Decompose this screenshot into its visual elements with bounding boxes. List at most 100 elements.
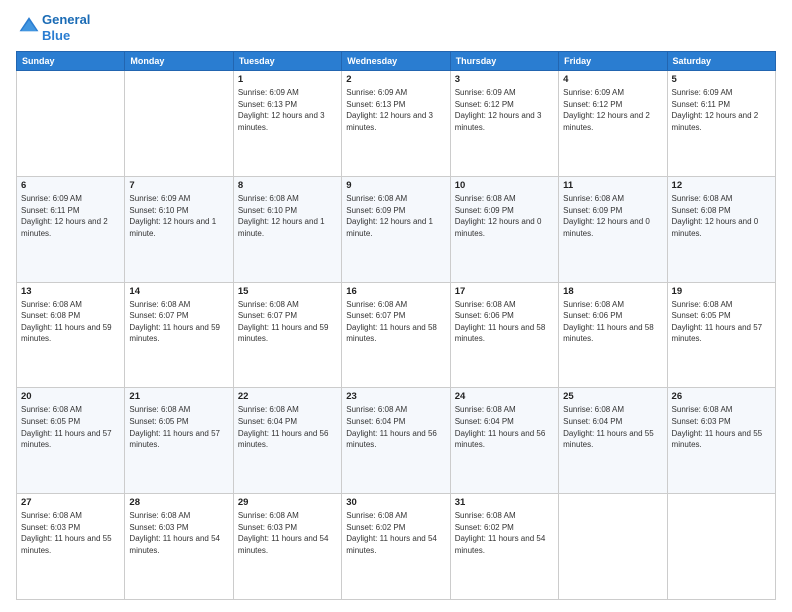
day-cell-9: 9 Sunrise: 6:08 AM Sunset: 6:09 PM Daylig… (342, 176, 450, 282)
day-info: Sunrise: 6:08 AM Sunset: 6:02 PM Dayligh… (455, 510, 554, 556)
day-number: 3 (455, 74, 554, 85)
day-info: Sunrise: 6:08 AM Sunset: 6:09 PM Dayligh… (455, 193, 554, 239)
day-cell-20: 20Sunrise: 6:08 AM Sunset: 6:05 PM Dayli… (17, 388, 125, 494)
day-number: 25 (563, 391, 662, 402)
day-cell-21: 21 Sunrise: 6:08 AM Sunset: 6:05 PM Dayli… (125, 388, 233, 494)
day-cell-1: 1Sunrise: 6:09 AM Sunset: 6:13 PM Daylig… (233, 71, 341, 177)
day-number: 10 (455, 180, 554, 191)
week-row-2: 6 Sunrise: 6:09 AM Sunset: 6:11 PM Daylig… (17, 176, 776, 282)
day-cell-11: 11 Sunrise: 6:08 AM Sunset: 6:09 PM Dayli… (559, 176, 667, 282)
day-info: Sunrise: 6:08 AM Sunset: 6:03 PM Dayligh… (672, 404, 771, 450)
day-cell-23: 23 Sunrise: 6:08 AM Sunset: 6:04 PM Dayli… (342, 388, 450, 494)
weekday-header-monday: Monday (125, 52, 233, 71)
header: General Blue (16, 12, 776, 43)
day-cell-31: 31Sunrise: 6:08 AM Sunset: 6:02 PM Dayli… (450, 494, 558, 600)
day-cell-19: 19 Sunrise: 6:08 AM Sunset: 6:05 PM Dayli… (667, 282, 775, 388)
week-row-4: 20Sunrise: 6:08 AM Sunset: 6:05 PM Dayli… (17, 388, 776, 494)
day-cell-12: 12 Sunrise: 6:08 AM Sunset: 6:08 PM Dayli… (667, 176, 775, 282)
day-info: Sunrise: 6:08 AM Sunset: 6:04 PM Dayligh… (455, 404, 554, 450)
day-number: 29 (238, 497, 337, 508)
day-info: Sunrise: 6:08 AM Sunset: 6:07 PM Dayligh… (346, 299, 445, 345)
weekday-header-thursday: Thursday (450, 52, 558, 71)
day-info: Sunrise: 6:09 AM Sunset: 6:12 PM Dayligh… (455, 87, 554, 133)
logo-text: General Blue (42, 12, 90, 43)
day-cell-30: 30 Sunrise: 6:08 AM Sunset: 6:02 PM Dayli… (342, 494, 450, 600)
day-info: Sunrise: 6:08 AM Sunset: 6:05 PM Dayligh… (672, 299, 771, 345)
day-info: Sunrise: 6:08 AM Sunset: 6:03 PM Dayligh… (238, 510, 337, 556)
day-info: Sunrise: 6:09 AM Sunset: 6:11 PM Dayligh… (21, 193, 120, 239)
day-info: Sunrise: 6:08 AM Sunset: 6:09 PM Dayligh… (563, 193, 662, 239)
day-cell-29: 29 Sunrise: 6:08 AM Sunset: 6:03 PM Dayli… (233, 494, 341, 600)
day-info: Sunrise: 6:08 AM Sunset: 6:04 PM Dayligh… (346, 404, 445, 450)
day-number: 11 (563, 180, 662, 191)
day-info: Sunrise: 6:08 AM Sunset: 6:09 PM Dayligh… (346, 193, 445, 239)
day-cell-7: 7 Sunrise: 6:09 AM Sunset: 6:10 PM Daylig… (125, 176, 233, 282)
day-info: Sunrise: 6:08 AM Sunset: 6:04 PM Dayligh… (238, 404, 337, 450)
day-number: 16 (346, 286, 445, 297)
day-number: 22 (238, 391, 337, 402)
day-number: 7 (129, 180, 228, 191)
day-info: Sunrise: 6:08 AM Sunset: 6:06 PM Dayligh… (563, 299, 662, 345)
day-number: 5 (672, 74, 771, 85)
week-row-1: 1Sunrise: 6:09 AM Sunset: 6:13 PM Daylig… (17, 71, 776, 177)
day-cell-26: 26 Sunrise: 6:08 AM Sunset: 6:03 PM Dayli… (667, 388, 775, 494)
day-info: Sunrise: 6:08 AM Sunset: 6:10 PM Dayligh… (238, 193, 337, 239)
weekday-header-wednesday: Wednesday (342, 52, 450, 71)
day-number: 26 (672, 391, 771, 402)
day-cell-5: 5 Sunrise: 6:09 AM Sunset: 6:11 PM Daylig… (667, 71, 775, 177)
empty-cell (17, 71, 125, 177)
week-row-5: 27 Sunrise: 6:08 AM Sunset: 6:03 PM Dayli… (17, 494, 776, 600)
day-cell-17: 17Sunrise: 6:08 AM Sunset: 6:06 PM Dayli… (450, 282, 558, 388)
day-number: 19 (672, 286, 771, 297)
day-cell-28: 28 Sunrise: 6:08 AM Sunset: 6:03 PM Dayli… (125, 494, 233, 600)
day-info: Sunrise: 6:08 AM Sunset: 6:02 PM Dayligh… (346, 510, 445, 556)
day-info: Sunrise: 6:08 AM Sunset: 6:07 PM Dayligh… (238, 299, 337, 345)
day-cell-8: 8 Sunrise: 6:08 AM Sunset: 6:10 PM Daylig… (233, 176, 341, 282)
weekday-header-row: SundayMondayTuesdayWednesdayThursdayFrid… (17, 52, 776, 71)
week-row-3: 13 Sunrise: 6:08 AM Sunset: 6:08 PM Dayli… (17, 282, 776, 388)
weekday-header-sunday: Sunday (17, 52, 125, 71)
day-info: Sunrise: 6:09 AM Sunset: 6:12 PM Dayligh… (563, 87, 662, 133)
day-number: 30 (346, 497, 445, 508)
day-number: 17 (455, 286, 554, 297)
day-cell-16: 16 Sunrise: 6:08 AM Sunset: 6:07 PM Dayli… (342, 282, 450, 388)
day-cell-13: 13 Sunrise: 6:08 AM Sunset: 6:08 PM Dayli… (17, 282, 125, 388)
day-number: 24 (455, 391, 554, 402)
day-number: 6 (21, 180, 120, 191)
day-number: 4 (563, 74, 662, 85)
weekday-header-friday: Friday (559, 52, 667, 71)
day-number: 9 (346, 180, 445, 191)
logo-icon (18, 14, 40, 36)
day-cell-10: 10 Sunrise: 6:08 AM Sunset: 6:09 PM Dayli… (450, 176, 558, 282)
day-info: Sunrise: 6:08 AM Sunset: 6:04 PM Dayligh… (563, 404, 662, 450)
day-number: 2 (346, 74, 445, 85)
day-number: 13 (21, 286, 120, 297)
day-info: Sunrise: 6:08 AM Sunset: 6:08 PM Dayligh… (21, 299, 120, 345)
day-info: Sunrise: 6:09 AM Sunset: 6:10 PM Dayligh… (129, 193, 228, 239)
day-cell-24: 24 Sunrise: 6:08 AM Sunset: 6:04 PM Dayli… (450, 388, 558, 494)
day-info: Sunrise: 6:08 AM Sunset: 6:05 PM Dayligh… (129, 404, 228, 450)
day-cell-22: 22 Sunrise: 6:08 AM Sunset: 6:04 PM Dayli… (233, 388, 341, 494)
day-info: Sunrise: 6:08 AM Sunset: 6:03 PM Dayligh… (129, 510, 228, 556)
day-info: Sunrise: 6:09 AM Sunset: 6:11 PM Dayligh… (672, 87, 771, 133)
day-number: 21 (129, 391, 228, 402)
day-number: 27 (21, 497, 120, 508)
day-info: Sunrise: 6:08 AM Sunset: 6:03 PM Dayligh… (21, 510, 120, 556)
weekday-header-saturday: Saturday (667, 52, 775, 71)
empty-cell (667, 494, 775, 600)
day-cell-25: 25 Sunrise: 6:08 AM Sunset: 6:04 PM Dayli… (559, 388, 667, 494)
day-cell-15: 15 Sunrise: 6:08 AM Sunset: 6:07 PM Dayli… (233, 282, 341, 388)
logo: General Blue (16, 12, 90, 43)
day-number: 18 (563, 286, 662, 297)
day-number: 8 (238, 180, 337, 191)
day-number: 15 (238, 286, 337, 297)
day-info: Sunrise: 6:08 AM Sunset: 6:08 PM Dayligh… (672, 193, 771, 239)
day-cell-27: 27 Sunrise: 6:08 AM Sunset: 6:03 PM Dayli… (17, 494, 125, 600)
calendar-table: SundayMondayTuesdayWednesdayThursdayFrid… (16, 51, 776, 600)
weekday-header-tuesday: Tuesday (233, 52, 341, 71)
day-number: 23 (346, 391, 445, 402)
empty-cell (559, 494, 667, 600)
day-number: 28 (129, 497, 228, 508)
day-cell-14: 14Sunrise: 6:08 AM Sunset: 6:07 PM Dayli… (125, 282, 233, 388)
day-number: 12 (672, 180, 771, 191)
